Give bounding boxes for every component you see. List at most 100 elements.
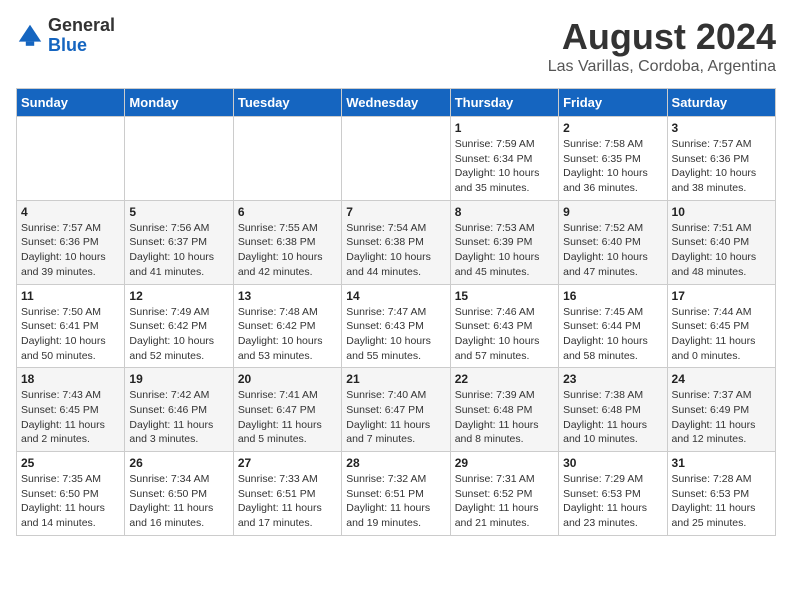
day-info: Sunrise: 7:59 AM Sunset: 6:34 PM Dayligh… xyxy=(455,137,554,196)
day-number: 29 xyxy=(455,456,554,470)
day-number: 6 xyxy=(238,205,337,219)
calendar-cell: 6 Sunrise: 7:55 AM Sunset: 6:38 PM Daylig… xyxy=(233,200,341,284)
calendar-cell: 9 Sunrise: 7:52 AM Sunset: 6:40 PM Daylig… xyxy=(559,200,667,284)
day-number: 12 xyxy=(129,289,228,303)
day-info: Sunrise: 7:57 AM Sunset: 6:36 PM Dayligh… xyxy=(21,221,120,280)
calendar-cell: 1 Sunrise: 7:59 AM Sunset: 6:34 PM Daylig… xyxy=(450,117,558,201)
calendar-cell: 12 Sunrise: 7:49 AM Sunset: 6:42 PM Dayli… xyxy=(125,284,233,368)
day-number: 23 xyxy=(563,372,662,386)
day-number: 15 xyxy=(455,289,554,303)
day-info: Sunrise: 7:46 AM Sunset: 6:43 PM Dayligh… xyxy=(455,305,554,364)
weekday-header: Friday xyxy=(559,89,667,117)
day-info: Sunrise: 7:42 AM Sunset: 6:46 PM Dayligh… xyxy=(129,388,228,447)
calendar-cell: 2 Sunrise: 7:58 AM Sunset: 6:35 PM Daylig… xyxy=(559,117,667,201)
logo-general: General xyxy=(48,16,115,36)
day-info: Sunrise: 7:32 AM Sunset: 6:51 PM Dayligh… xyxy=(346,472,445,531)
calendar-cell: 14 Sunrise: 7:47 AM Sunset: 6:43 PM Dayli… xyxy=(342,284,450,368)
calendar-cell: 17Sunrise: 7:44 AM Sunset: 6:45 PM Dayli… xyxy=(667,284,775,368)
day-number: 14 xyxy=(346,289,445,303)
day-info: Sunrise: 7:45 AM Sunset: 6:44 PM Dayligh… xyxy=(563,305,662,364)
day-info: Sunrise: 7:48 AM Sunset: 6:42 PM Dayligh… xyxy=(238,305,337,364)
calendar-week-row: 11 Sunrise: 7:50 AM Sunset: 6:41 PM Dayli… xyxy=(17,284,776,368)
calendar-cell: 10Sunrise: 7:51 AM Sunset: 6:40 PM Dayli… xyxy=(667,200,775,284)
weekday-header: Saturday xyxy=(667,89,775,117)
day-info: Sunrise: 7:31 AM Sunset: 6:52 PM Dayligh… xyxy=(455,472,554,531)
calendar-cell: 8 Sunrise: 7:53 AM Sunset: 6:39 PM Daylig… xyxy=(450,200,558,284)
calendar-table: SundayMondayTuesdayWednesdayThursdayFrid… xyxy=(16,88,776,536)
calendar-cell: 29 Sunrise: 7:31 AM Sunset: 6:52 PM Dayli… xyxy=(450,452,558,536)
weekday-header: Tuesday xyxy=(233,89,341,117)
calendar-cell: 25 Sunrise: 7:35 AM Sunset: 6:50 PM Dayli… xyxy=(17,452,125,536)
calendar-cell: 31Sunrise: 7:28 AM Sunset: 6:53 PM Dayli… xyxy=(667,452,775,536)
calendar-cell xyxy=(125,117,233,201)
day-number: 13 xyxy=(238,289,337,303)
day-info: Sunrise: 7:47 AM Sunset: 6:43 PM Dayligh… xyxy=(346,305,445,364)
day-number: 27 xyxy=(238,456,337,470)
calendar-cell: 27 Sunrise: 7:33 AM Sunset: 6:51 PM Dayli… xyxy=(233,452,341,536)
day-info: Sunrise: 7:52 AM Sunset: 6:40 PM Dayligh… xyxy=(563,221,662,280)
calendar-header-row: SundayMondayTuesdayWednesdayThursdayFrid… xyxy=(17,89,776,117)
day-info: Sunrise: 7:39 AM Sunset: 6:48 PM Dayligh… xyxy=(455,388,554,447)
day-info: Sunrise: 7:54 AM Sunset: 6:38 PM Dayligh… xyxy=(346,221,445,280)
calendar-week-row: 25 Sunrise: 7:35 AM Sunset: 6:50 PM Dayli… xyxy=(17,452,776,536)
calendar-cell xyxy=(342,117,450,201)
day-info: Sunrise: 7:49 AM Sunset: 6:42 PM Dayligh… xyxy=(129,305,228,364)
weekday-header: Monday xyxy=(125,89,233,117)
calendar-cell: 18 Sunrise: 7:43 AM Sunset: 6:45 PM Dayli… xyxy=(17,368,125,452)
logo-icon xyxy=(16,22,44,50)
calendar-cell: 23 Sunrise: 7:38 AM Sunset: 6:48 PM Dayli… xyxy=(559,368,667,452)
day-number: 30 xyxy=(563,456,662,470)
day-info: Sunrise: 7:29 AM Sunset: 6:53 PM Dayligh… xyxy=(563,472,662,531)
day-number: 10 xyxy=(672,205,771,219)
day-number: 8 xyxy=(455,205,554,219)
day-info: Sunrise: 7:58 AM Sunset: 6:35 PM Dayligh… xyxy=(563,137,662,196)
calendar-cell: 7Sunrise: 7:54 AM Sunset: 6:38 PM Daylig… xyxy=(342,200,450,284)
day-number: 9 xyxy=(563,205,662,219)
calendar-cell: 4 Sunrise: 7:57 AM Sunset: 6:36 PM Daylig… xyxy=(17,200,125,284)
day-number: 20 xyxy=(238,372,337,386)
calendar-cell xyxy=(17,117,125,201)
day-info: Sunrise: 7:33 AM Sunset: 6:51 PM Dayligh… xyxy=(238,472,337,531)
calendar-cell: 21 Sunrise: 7:40 AM Sunset: 6:47 PM Dayli… xyxy=(342,368,450,452)
calendar-cell: 11 Sunrise: 7:50 AM Sunset: 6:41 PM Dayli… xyxy=(17,284,125,368)
day-info: Sunrise: 7:38 AM Sunset: 6:48 PM Dayligh… xyxy=(563,388,662,447)
day-number: 3 xyxy=(672,121,771,135)
day-number: 19 xyxy=(129,372,228,386)
calendar-cell: 20 Sunrise: 7:41 AM Sunset: 6:47 PM Dayli… xyxy=(233,368,341,452)
day-number: 1 xyxy=(455,121,554,135)
calendar-cell: 3 Sunrise: 7:57 AM Sunset: 6:36 PM Daylig… xyxy=(667,117,775,201)
day-number: 25 xyxy=(21,456,120,470)
day-number: 11 xyxy=(21,289,120,303)
day-info: Sunrise: 7:34 AM Sunset: 6:50 PM Dayligh… xyxy=(129,472,228,531)
page-subtitle: Las Varillas, Cordoba, Argentina xyxy=(548,58,776,76)
calendar-cell: 19 Sunrise: 7:42 AM Sunset: 6:46 PM Dayli… xyxy=(125,368,233,452)
day-info: Sunrise: 7:55 AM Sunset: 6:38 PM Dayligh… xyxy=(238,221,337,280)
day-info: Sunrise: 7:50 AM Sunset: 6:41 PM Dayligh… xyxy=(21,305,120,364)
day-info: Sunrise: 7:44 AM Sunset: 6:45 PM Dayligh… xyxy=(672,305,771,364)
day-number: 22 xyxy=(455,372,554,386)
day-info: Sunrise: 7:57 AM Sunset: 6:36 PM Dayligh… xyxy=(672,137,771,196)
calendar-cell: 24Sunrise: 7:37 AM Sunset: 6:49 PM Dayli… xyxy=(667,368,775,452)
logo: General Blue xyxy=(16,16,115,56)
day-number: 2 xyxy=(563,121,662,135)
day-info: Sunrise: 7:40 AM Sunset: 6:47 PM Dayligh… xyxy=(346,388,445,447)
day-number: 18 xyxy=(21,372,120,386)
day-info: Sunrise: 7:35 AM Sunset: 6:50 PM Dayligh… xyxy=(21,472,120,531)
title-block: August 2024 Las Varillas, Cordoba, Argen… xyxy=(548,16,776,76)
day-info: Sunrise: 7:41 AM Sunset: 6:47 PM Dayligh… xyxy=(238,388,337,447)
day-info: Sunrise: 7:56 AM Sunset: 6:37 PM Dayligh… xyxy=(129,221,228,280)
calendar-cell: 16Sunrise: 7:45 AM Sunset: 6:44 PM Dayli… xyxy=(559,284,667,368)
day-number: 21 xyxy=(346,372,445,386)
calendar-cell: 5Sunrise: 7:56 AM Sunset: 6:37 PM Daylig… xyxy=(125,200,233,284)
day-info: Sunrise: 7:43 AM Sunset: 6:45 PM Dayligh… xyxy=(21,388,120,447)
calendar-cell xyxy=(233,117,341,201)
calendar-cell: 30 Sunrise: 7:29 AM Sunset: 6:53 PM Dayli… xyxy=(559,452,667,536)
calendar-week-row: 18 Sunrise: 7:43 AM Sunset: 6:45 PM Dayli… xyxy=(17,368,776,452)
day-info: Sunrise: 7:37 AM Sunset: 6:49 PM Dayligh… xyxy=(672,388,771,447)
calendar-week-row: 1 Sunrise: 7:59 AM Sunset: 6:34 PM Daylig… xyxy=(17,117,776,201)
day-number: 31 xyxy=(672,456,771,470)
page-header: General Blue August 2024 Las Varillas, C… xyxy=(16,16,776,76)
day-number: 4 xyxy=(21,205,120,219)
weekday-header: Thursday xyxy=(450,89,558,117)
day-info: Sunrise: 7:53 AM Sunset: 6:39 PM Dayligh… xyxy=(455,221,554,280)
